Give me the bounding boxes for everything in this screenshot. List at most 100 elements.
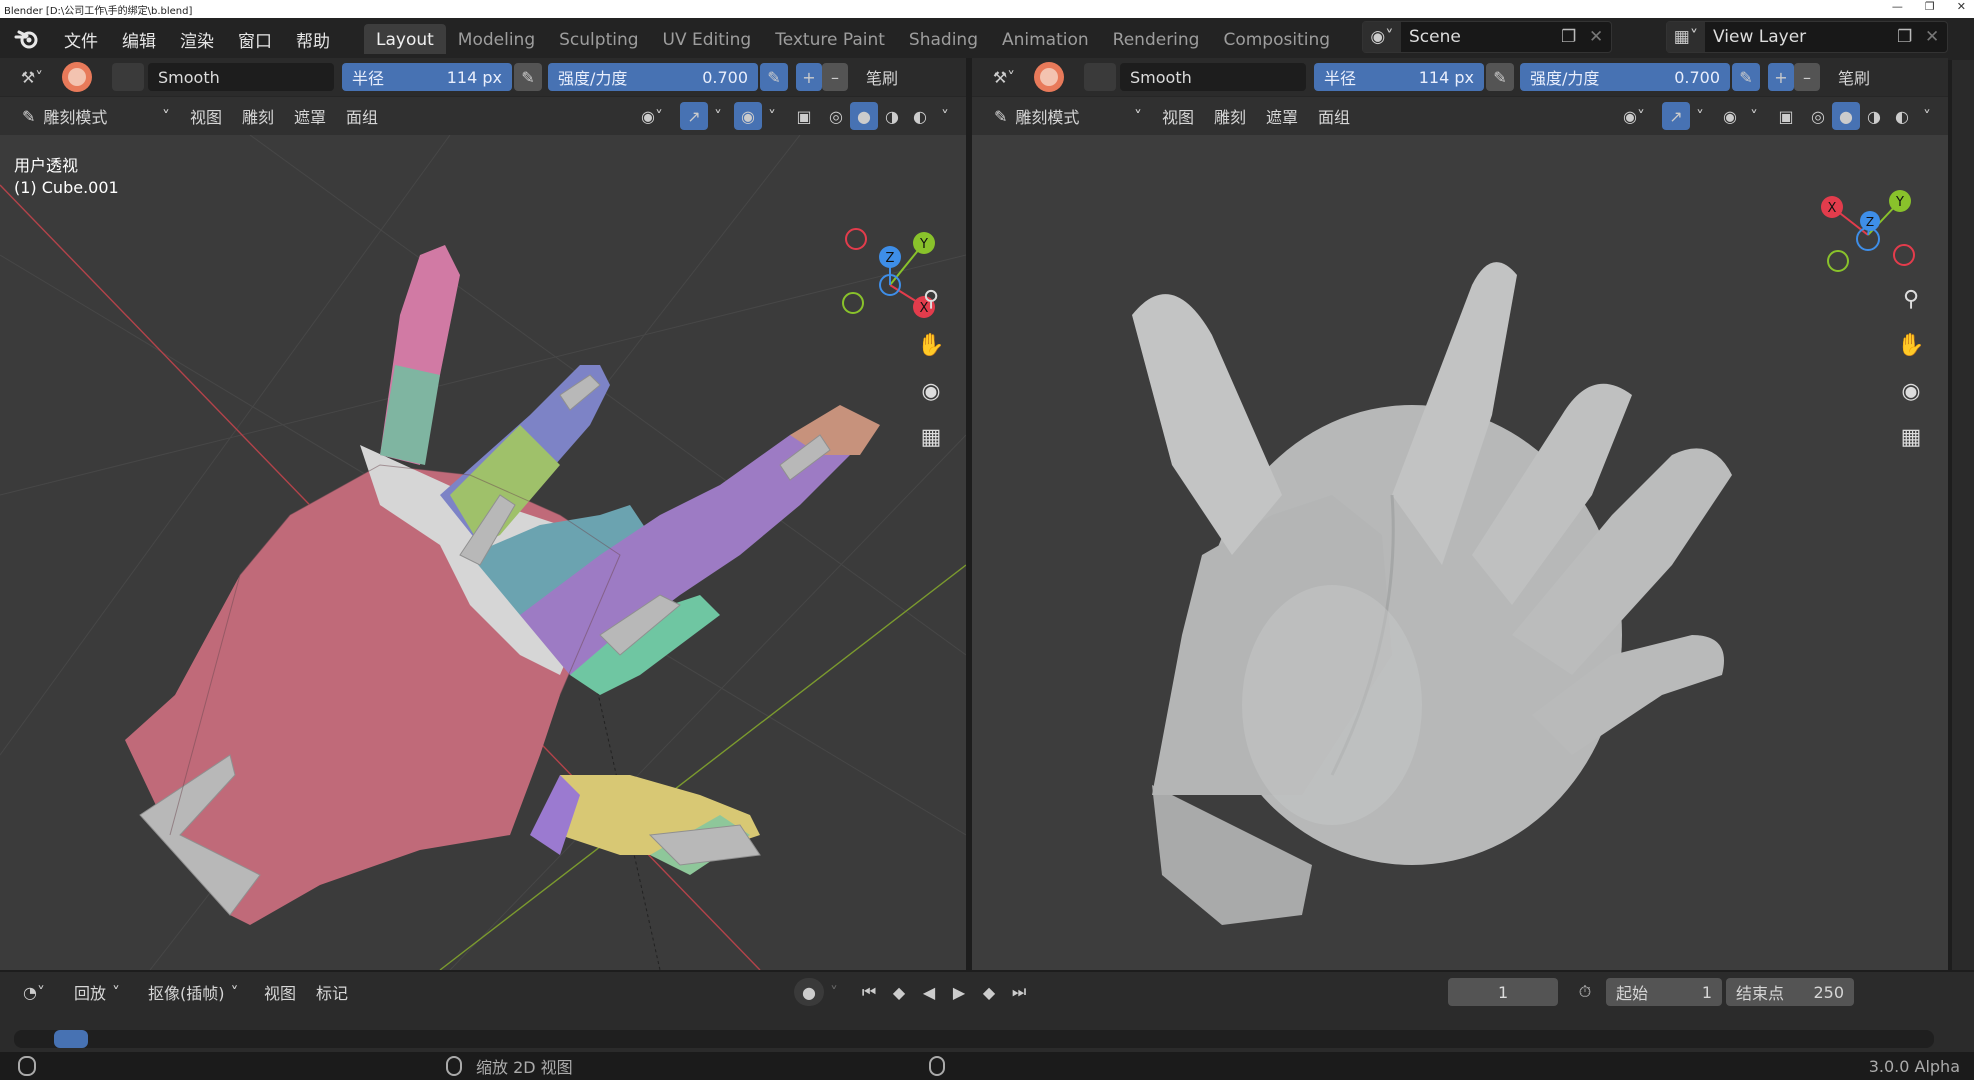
- xray-toggle-icon-right[interactable]: ▣: [1772, 102, 1800, 130]
- strength-pressure-icon-right[interactable]: ✎: [1732, 63, 1760, 91]
- camera-icon[interactable]: ◉: [914, 374, 948, 408]
- shading-material-icon-right[interactable]: ◑: [1860, 102, 1888, 130]
- view-layer-copy-icon[interactable]: ❐: [1897, 27, 1925, 47]
- editor-type-icon[interactable]: ⚒˅: [10, 63, 54, 91]
- tab-texture-paint[interactable]: Texture Paint: [763, 24, 897, 54]
- shading-wireframe-icon[interactable]: ◎: [822, 102, 850, 130]
- pan-hand-icon-right[interactable]: ✋: [1894, 328, 1928, 362]
- prev-keyframe-icon[interactable]: ◆: [884, 978, 914, 1006]
- menu-mask-left[interactable]: 遮罩: [284, 104, 336, 128]
- visibility-eye-icon-right[interactable]: ◉˅: [1612, 102, 1656, 130]
- xray-toggle-icon[interactable]: ▣: [790, 102, 818, 130]
- current-frame-field[interactable]: 1: [1448, 978, 1559, 1006]
- strength-pressure-icon[interactable]: ✎: [760, 63, 788, 91]
- direction-subtract-button[interactable]: –: [822, 63, 848, 91]
- timeline-scrubber[interactable]: [14, 1030, 1934, 1048]
- gizmo-dropdown-icon-right[interactable]: ˅: [1690, 102, 1710, 130]
- blender-logo-icon[interactable]: [14, 26, 40, 52]
- shading-solid-icon-right[interactable]: ●: [1832, 102, 1860, 130]
- shading-rendered-icon[interactable]: ◐: [906, 102, 934, 130]
- camera-icon-right[interactable]: ◉: [1894, 374, 1928, 408]
- tab-layout[interactable]: Layout: [364, 24, 446, 54]
- menu-view-right[interactable]: 视图: [1152, 104, 1204, 128]
- start-frame-field[interactable]: 起始 1: [1606, 978, 1723, 1006]
- visibility-eye-icon[interactable]: ◉˅: [630, 102, 674, 130]
- perspective-grid-icon[interactable]: ▦: [914, 420, 948, 454]
- end-frame-field[interactable]: 结束点 250: [1726, 978, 1855, 1006]
- close-icon[interactable]: ✕: [1957, 0, 1966, 13]
- viewport-left-canvas[interactable]: Y X Z: [0, 135, 966, 970]
- gizmo-toggle-icon[interactable]: ↗: [680, 102, 708, 130]
- scene-selector[interactable]: ◉˅ Scene ❐ ✕: [1362, 21, 1612, 53]
- play-icon[interactable]: ▶: [944, 978, 974, 1006]
- jump-start-icon[interactable]: ⏮: [854, 978, 884, 1006]
- stopwatch-icon[interactable]: ⏱: [1568, 978, 1602, 1006]
- radius-slider-right[interactable]: 半径 114 px: [1314, 63, 1484, 91]
- brush-texture-icon-right[interactable]: [1084, 63, 1116, 91]
- minimize-icon[interactable]: —: [1892, 0, 1903, 13]
- overlay-dropdown-icon[interactable]: ˅: [762, 102, 782, 130]
- view-layer-selector[interactable]: ▦˅ View Layer ❐ ✕: [1666, 21, 1948, 53]
- direction-add-button-right[interactable]: +: [1768, 63, 1794, 91]
- menu-help[interactable]: 帮助: [284, 27, 342, 52]
- brush-menu-right[interactable]: 笔刷: [1828, 65, 1880, 89]
- right-sidebar-strip[interactable]: [1952, 60, 1974, 1050]
- menu-window[interactable]: 窗口: [226, 27, 284, 52]
- menu-render[interactable]: 渲染: [168, 27, 226, 52]
- menu-sculpt-right[interactable]: 雕刻: [1204, 104, 1256, 128]
- maximize-icon[interactable]: ❐: [1925, 0, 1935, 13]
- mode-dropdown[interactable]: ✎ 雕刻模式 ˅: [12, 102, 180, 130]
- brush-name-field-right[interactable]: Smooth: [1120, 63, 1306, 91]
- auto-key-dropdown-icon[interactable]: ˅: [824, 978, 844, 1006]
- zoom-icon[interactable]: ⚲: [914, 282, 948, 316]
- shading-solid-icon[interactable]: ●: [850, 102, 878, 130]
- scene-copy-icon[interactable]: ❐: [1561, 27, 1589, 47]
- editor-type-icon-right[interactable]: ⚒˅: [982, 63, 1026, 91]
- playhead[interactable]: [54, 1030, 88, 1048]
- shading-wireframe-icon-right[interactable]: ◎: [1804, 102, 1832, 130]
- play-reverse-icon[interactable]: ◀: [914, 978, 944, 1006]
- timeline-marker-menu[interactable]: 标记: [306, 980, 358, 1004]
- tab-shading[interactable]: Shading: [897, 24, 990, 54]
- strength-slider[interactable]: 强度/力度 0.700: [548, 63, 758, 91]
- menu-edit[interactable]: 编辑: [110, 27, 168, 52]
- shading-dropdown-icon-right[interactable]: ˅: [1916, 102, 1938, 130]
- overlay-toggle-icon[interactable]: ◉: [734, 102, 762, 130]
- zoom-icon-right[interactable]: ⚲: [1894, 282, 1928, 316]
- tab-animation[interactable]: Animation: [990, 24, 1101, 54]
- menu-file[interactable]: 文件: [52, 27, 110, 52]
- brush-menu[interactable]: 笔刷: [856, 65, 908, 89]
- playback-menu[interactable]: 回放 ˅: [64, 978, 130, 1006]
- overlay-dropdown-icon-right[interactable]: ˅: [1744, 102, 1764, 130]
- brush-name-field[interactable]: Smooth: [148, 63, 334, 91]
- menu-mask-right[interactable]: 遮罩: [1256, 104, 1308, 128]
- direction-subtract-button-right[interactable]: –: [1794, 63, 1820, 91]
- radius-pressure-icon[interactable]: ✎: [514, 63, 542, 91]
- menu-view-left[interactable]: 视图: [180, 104, 232, 128]
- timeline-view-menu[interactable]: 视图: [254, 980, 306, 1004]
- scene-close-icon[interactable]: ✕: [1589, 27, 1611, 47]
- tab-rendering[interactable]: Rendering: [1101, 24, 1212, 54]
- shading-rendered-icon-right[interactable]: ◐: [1888, 102, 1916, 130]
- shading-material-icon[interactable]: ◑: [878, 102, 906, 130]
- jump-end-icon[interactable]: ⏭: [1004, 978, 1034, 1006]
- direction-add-button[interactable]: +: [796, 63, 822, 91]
- shading-dropdown-icon[interactable]: ˅: [934, 102, 956, 130]
- radius-slider[interactable]: 半径 114 px: [342, 63, 512, 91]
- keying-menu[interactable]: 抠像(插帧) ˅: [138, 978, 254, 1006]
- tab-compositing[interactable]: Compositing: [1211, 24, 1342, 54]
- viewport-right-canvas[interactable]: Y X Z: [972, 135, 1948, 970]
- brush-smooth-icon[interactable]: [60, 60, 94, 94]
- pan-hand-icon[interactable]: ✋: [914, 328, 948, 362]
- tab-uv-editing[interactable]: UV Editing: [651, 24, 764, 54]
- gizmo-toggle-icon-right[interactable]: ↗: [1662, 102, 1690, 130]
- viewport-left[interactable]: Y X Z ⚒˅ Smooth 半径 114 px ✎ 强度/力度 0.700 …: [0, 58, 966, 970]
- view-layer-close-icon[interactable]: ✕: [1925, 27, 1947, 47]
- menu-sculpt-left[interactable]: 雕刻: [232, 104, 284, 128]
- gizmo-dropdown-icon[interactable]: ˅: [708, 102, 728, 130]
- viewport-right[interactable]: Y X Z ⚒˅ Smooth 半径 114 px ✎ 强度/力度 0.700 …: [972, 58, 1948, 970]
- next-keyframe-icon[interactable]: ◆: [974, 978, 1004, 1006]
- perspective-grid-icon-right[interactable]: ▦: [1894, 420, 1928, 454]
- radius-pressure-icon-right[interactable]: ✎: [1486, 63, 1514, 91]
- timeline-editor-type-icon[interactable]: ◔˅: [12, 978, 56, 1006]
